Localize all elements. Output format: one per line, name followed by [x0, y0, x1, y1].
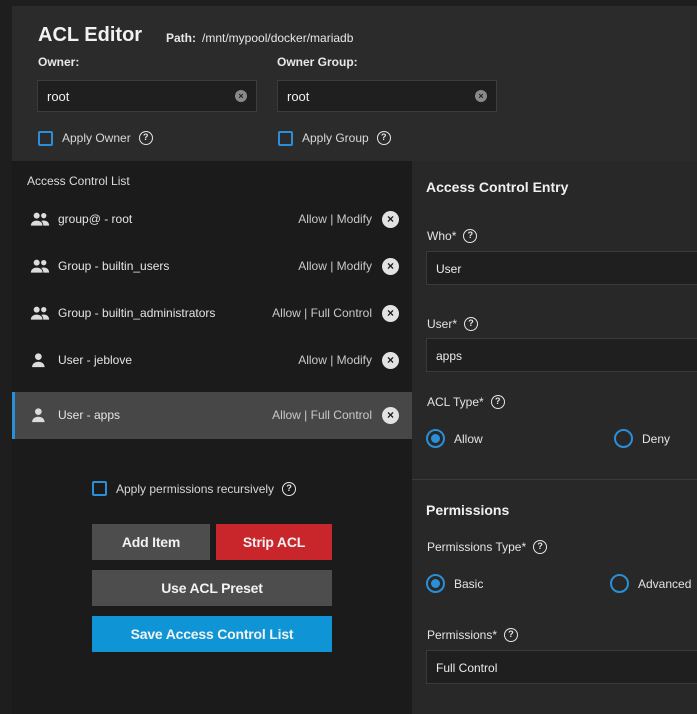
help-icon[interactable]: ? [504, 628, 519, 642]
who-select[interactable]: User [426, 251, 697, 285]
acl-item-label: group@ - root [58, 212, 133, 226]
group-icon [30, 306, 50, 320]
apply-recursive-row: Apply permissions recursively ? [92, 481, 297, 496]
basic-radio[interactable] [426, 574, 445, 593]
deny-radio[interactable] [614, 429, 633, 448]
apply-recursive-checkbox[interactable] [92, 481, 107, 496]
add-item-button[interactable]: Add Item [92, 524, 210, 560]
owner-group-label: Owner Group: [277, 55, 358, 69]
apply-group-row: Apply Group ? [278, 130, 391, 146]
allow-radio-option[interactable]: Allow [426, 429, 483, 448]
acl-item-permission: Allow | Full Control [272, 306, 372, 320]
clear-icon[interactable]: × [235, 90, 247, 102]
acl-item-builtin-administrators[interactable]: Group - builtin_administrators Allow | F… [12, 290, 412, 337]
apply-owner-checkbox[interactable] [38, 130, 53, 146]
acl-item-group-root[interactable]: group@ - root Allow | Modify × [12, 196, 412, 243]
basic-radio-option[interactable]: Basic [426, 574, 483, 593]
help-icon[interactable]: ? [463, 229, 478, 243]
required-mark: * [452, 317, 458, 331]
save-acl-button[interactable]: Save Access Control List [92, 616, 332, 652]
acl-type-label: ACL Type * ? [427, 395, 505, 409]
permissions-label: Permissions * ? [427, 628, 519, 642]
deny-label: Deny [642, 431, 671, 446]
section-divider [412, 479, 697, 480]
acl-item-user-jeblove[interactable]: User - jeblove Allow | Modify × [12, 337, 412, 384]
required-mark: * [521, 540, 527, 554]
page-title: ACL Editor [38, 24, 143, 46]
help-icon[interactable]: ? [533, 540, 548, 554]
acl-type-label-text: ACL Type [427, 395, 480, 409]
apply-owner-row: Apply Owner ? [38, 130, 153, 146]
group-icon [30, 212, 50, 226]
owner-group-value: root [287, 89, 310, 104]
permissions-type-label-text: Permissions Type [427, 540, 522, 554]
advanced-radio[interactable] [610, 574, 629, 593]
owner-label: Owner: [38, 55, 80, 69]
path-label: Path: [166, 31, 196, 45]
remove-icon[interactable]: × [382, 211, 399, 228]
acl-item-permission: Allow | Modify [298, 259, 372, 273]
person-icon [32, 408, 45, 423]
user-label-text: User [427, 317, 453, 331]
help-icon[interactable]: ? [376, 131, 391, 145]
permissions-title: Permissions [426, 502, 510, 518]
acl-item-permission: Allow | Modify [298, 212, 372, 226]
use-acl-preset-button[interactable]: Use ACL Preset [92, 570, 332, 606]
acl-editor-header: ACL Editor Path: /mnt/mypool/docker/maria… [12, 6, 697, 161]
remove-icon[interactable]: × [382, 407, 399, 424]
apply-recursive-label[interactable]: Apply permissions recursively [116, 482, 274, 496]
person-icon [32, 353, 45, 368]
allow-radio[interactable] [426, 429, 445, 448]
owner-input[interactable]: root × [37, 80, 257, 112]
help-icon[interactable]: ? [138, 131, 153, 145]
who-label-text: Who [427, 229, 452, 243]
allow-label: Allow [454, 431, 483, 446]
path-value: /mnt/mypool/docker/mariadb [202, 31, 354, 45]
remove-icon[interactable]: × [382, 258, 399, 275]
required-mark: * [451, 229, 457, 243]
acl-item-permission: Allow | Modify [298, 353, 372, 367]
permissions-select[interactable]: Full Control [426, 650, 697, 684]
apply-group-label[interactable]: Apply Group [302, 131, 369, 145]
strip-acl-button[interactable]: Strip ACL [216, 524, 332, 560]
permissions-label-text: Permissions [427, 628, 493, 642]
acl-list-panel: Access Control List group@ - root Allow … [12, 161, 412, 714]
acl-item-label: User - apps [58, 408, 121, 422]
required-mark: * [479, 395, 484, 409]
advanced-label: Advanced [638, 576, 692, 591]
acl-list-heading: Access Control List [27, 174, 130, 188]
advanced-radio-option[interactable]: Advanced [610, 574, 691, 593]
help-icon[interactable]: ? [490, 395, 505, 409]
permissions-type-label: Permissions Type * ? [427, 540, 548, 554]
who-value: User [436, 262, 462, 276]
user-label: User * ? [427, 317, 479, 331]
ace-panel: Access Control Entry Who * ? User User * ?… [412, 161, 697, 714]
owner-value: root [47, 89, 70, 104]
apply-group-checkbox[interactable] [278, 130, 293, 146]
basic-label: Basic [454, 576, 484, 591]
remove-icon[interactable]: × [382, 352, 399, 369]
remove-icon[interactable]: × [382, 305, 399, 322]
group-icon [30, 259, 50, 273]
ace-title: Access Control Entry [426, 179, 569, 195]
owner-group-input[interactable]: root × [277, 80, 497, 112]
acl-item-permission: Allow | Full Control [272, 408, 372, 422]
help-icon[interactable]: ? [464, 317, 479, 331]
who-label: Who * ? [427, 229, 478, 243]
acl-item-user-apps[interactable]: User - apps Allow | Full Control × [12, 392, 412, 439]
acl-item-label: User - jeblove [58, 353, 133, 367]
acl-item-builtin-users[interactable]: Group - builtin_users Allow | Modify × [12, 243, 412, 290]
help-icon[interactable]: ? [282, 481, 297, 496]
acl-item-label: Group - builtin_users [58, 259, 170, 273]
user-value: apps [436, 349, 463, 363]
apply-owner-label[interactable]: Apply Owner [62, 131, 131, 145]
permissions-value: Full Control [436, 661, 498, 675]
acl-item-label: Group - builtin_administrators [58, 306, 216, 320]
user-input[interactable]: apps [426, 338, 697, 372]
acl-editor-window: ACL Editor Path: /mnt/mypool/docker/maria… [12, 6, 697, 714]
required-mark: * [492, 628, 498, 642]
clear-icon[interactable]: × [475, 90, 487, 102]
deny-radio-option[interactable]: Deny [614, 429, 670, 448]
dataset-path: Path: /mnt/mypool/docker/mariadb [166, 31, 353, 45]
